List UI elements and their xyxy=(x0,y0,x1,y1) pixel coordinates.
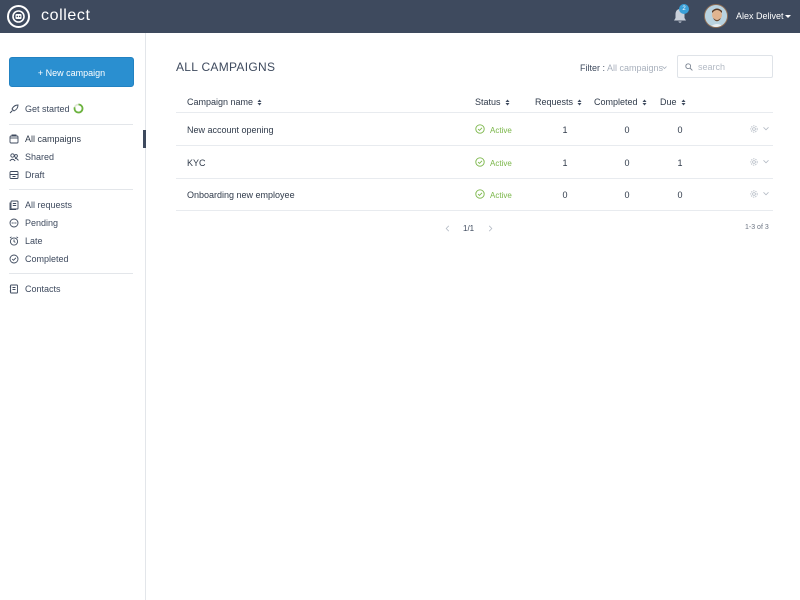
sort-icon xyxy=(257,99,262,106)
column-header-campaign-name[interactable]: Campaign name xyxy=(187,97,262,107)
divider xyxy=(9,273,133,274)
search-box[interactable] xyxy=(677,55,773,78)
campaign-name-cell[interactable]: New account opening xyxy=(187,125,274,135)
sidebar-item-label: Draft xyxy=(25,170,45,180)
sort-icon xyxy=(681,99,686,106)
check-circle-icon xyxy=(475,157,485,167)
sidebar-item-completed[interactable]: Completed xyxy=(9,253,129,267)
due-cell: 1 xyxy=(677,158,683,168)
sidebar-item-pending[interactable]: Pending xyxy=(9,217,129,231)
table-row[interactable]: New account opening Active 1 0 0 xyxy=(176,113,773,146)
divider xyxy=(9,189,133,190)
progress-ring-icon xyxy=(73,103,84,114)
divider xyxy=(9,124,133,125)
sidebar-item-label: All requests xyxy=(25,200,73,210)
chevron-down-icon[interactable] xyxy=(763,191,769,196)
page-indicator: 1/1 xyxy=(463,224,475,233)
chevron-left-icon[interactable] xyxy=(445,225,450,232)
due-cell: 0 xyxy=(677,190,683,200)
campaign-name-cell[interactable]: KYC xyxy=(187,158,206,168)
check-circle-icon xyxy=(9,254,19,264)
sidebar-item-label: Get started xyxy=(25,104,70,114)
column-header-requests[interactable]: Requests xyxy=(535,97,582,107)
sidebar-item-label: Completed xyxy=(25,254,69,264)
sidebar: + New campaign Get started All campaigns… xyxy=(0,33,146,600)
column-header-label: Campaign name xyxy=(187,97,254,107)
completed-cell: 0 xyxy=(624,158,630,168)
sidebar-item-label: All campaigns xyxy=(25,134,82,144)
sort-icon xyxy=(505,99,510,106)
search-input[interactable] xyxy=(698,60,770,74)
result-count: 1-3 of 3 xyxy=(745,224,769,231)
sidebar-item-get-started[interactable]: Get started xyxy=(9,103,99,117)
requests-cell: 1 xyxy=(562,125,568,135)
sidebar-item-label: Shared xyxy=(25,152,55,162)
campaign-name-cell[interactable]: Onboarding new employee xyxy=(187,190,295,200)
chevron-right-icon[interactable] xyxy=(488,225,493,232)
folder-icon xyxy=(9,134,19,144)
new-campaign-button[interactable]: + New campaign xyxy=(9,57,134,87)
column-header-label: Due xyxy=(660,97,677,107)
draft-icon xyxy=(9,171,19,179)
page-title: ALL CAMPAIGNS xyxy=(176,60,276,74)
completed-cell: 0 xyxy=(624,190,630,200)
column-header-label: Completed xyxy=(594,97,638,107)
column-header-completed[interactable]: Completed xyxy=(594,97,647,107)
check-circle-icon xyxy=(475,124,485,134)
column-header-label: Requests xyxy=(535,97,574,107)
pending-icon xyxy=(9,218,19,228)
chevron-down-icon[interactable] xyxy=(785,15,791,18)
status-badge: Active xyxy=(490,126,512,135)
gear-icon[interactable] xyxy=(749,189,759,199)
clock-icon xyxy=(9,236,19,246)
sidebar-item-contacts[interactable]: Contacts xyxy=(9,283,129,297)
sidebar-item-late[interactable]: Late xyxy=(9,235,129,249)
status-badge: Active xyxy=(490,191,512,200)
requests-icon xyxy=(9,200,19,210)
column-header-due[interactable]: Due xyxy=(660,97,686,107)
brand-name[interactable]: collect xyxy=(41,7,91,25)
logo-icon[interactable] xyxy=(7,5,30,28)
filter-label: Filter : xyxy=(580,63,606,73)
requests-cell: 0 xyxy=(562,190,568,200)
sidebar-item-draft[interactable]: Draft xyxy=(9,169,129,183)
contacts-icon xyxy=(9,284,18,294)
active-indicator xyxy=(143,130,146,148)
sidebar-item-label: Pending xyxy=(25,218,59,228)
sidebar-item-all-requests[interactable]: All requests xyxy=(9,199,129,213)
user-menu[interactable]: Alex Delivet xyxy=(736,11,784,21)
status-badge: Active xyxy=(490,159,512,168)
sidebar-item-label: Contacts xyxy=(25,284,61,294)
completed-cell: 0 xyxy=(624,125,630,135)
rocket-icon xyxy=(9,104,19,114)
campaign-filter[interactable]: Filter : All campaigns xyxy=(580,63,663,73)
chevron-down-icon[interactable] xyxy=(662,65,667,70)
check-circle-icon xyxy=(475,189,485,199)
chevron-down-icon[interactable] xyxy=(763,159,769,164)
table-row[interactable]: KYC Active 1 0 1 xyxy=(176,146,773,179)
column-header-status[interactable]: Status xyxy=(475,97,510,107)
sidebar-item-label: Late xyxy=(25,236,43,246)
filter-value[interactable]: All campaigns xyxy=(607,63,663,73)
requests-cell: 1 xyxy=(562,158,568,168)
gear-icon[interactable] xyxy=(749,124,759,134)
sort-icon xyxy=(577,99,582,106)
table-row[interactable]: Onboarding new employee Active 0 0 0 xyxy=(176,178,773,211)
column-header-label: Status xyxy=(475,97,501,107)
due-cell: 0 xyxy=(677,125,683,135)
avatar[interactable] xyxy=(704,4,728,28)
sort-icon xyxy=(642,99,647,106)
gear-icon[interactable] xyxy=(749,157,759,167)
chevron-down-icon[interactable] xyxy=(763,126,769,131)
users-icon xyxy=(9,153,19,162)
sidebar-item-shared[interactable]: Shared xyxy=(9,151,129,165)
sidebar-item-all-campaigns[interactable]: All campaigns xyxy=(9,133,129,147)
top-bar: collect 2 Alex Delivet xyxy=(0,0,800,33)
search-icon xyxy=(685,63,693,71)
notification-badge: 2 xyxy=(679,4,689,14)
